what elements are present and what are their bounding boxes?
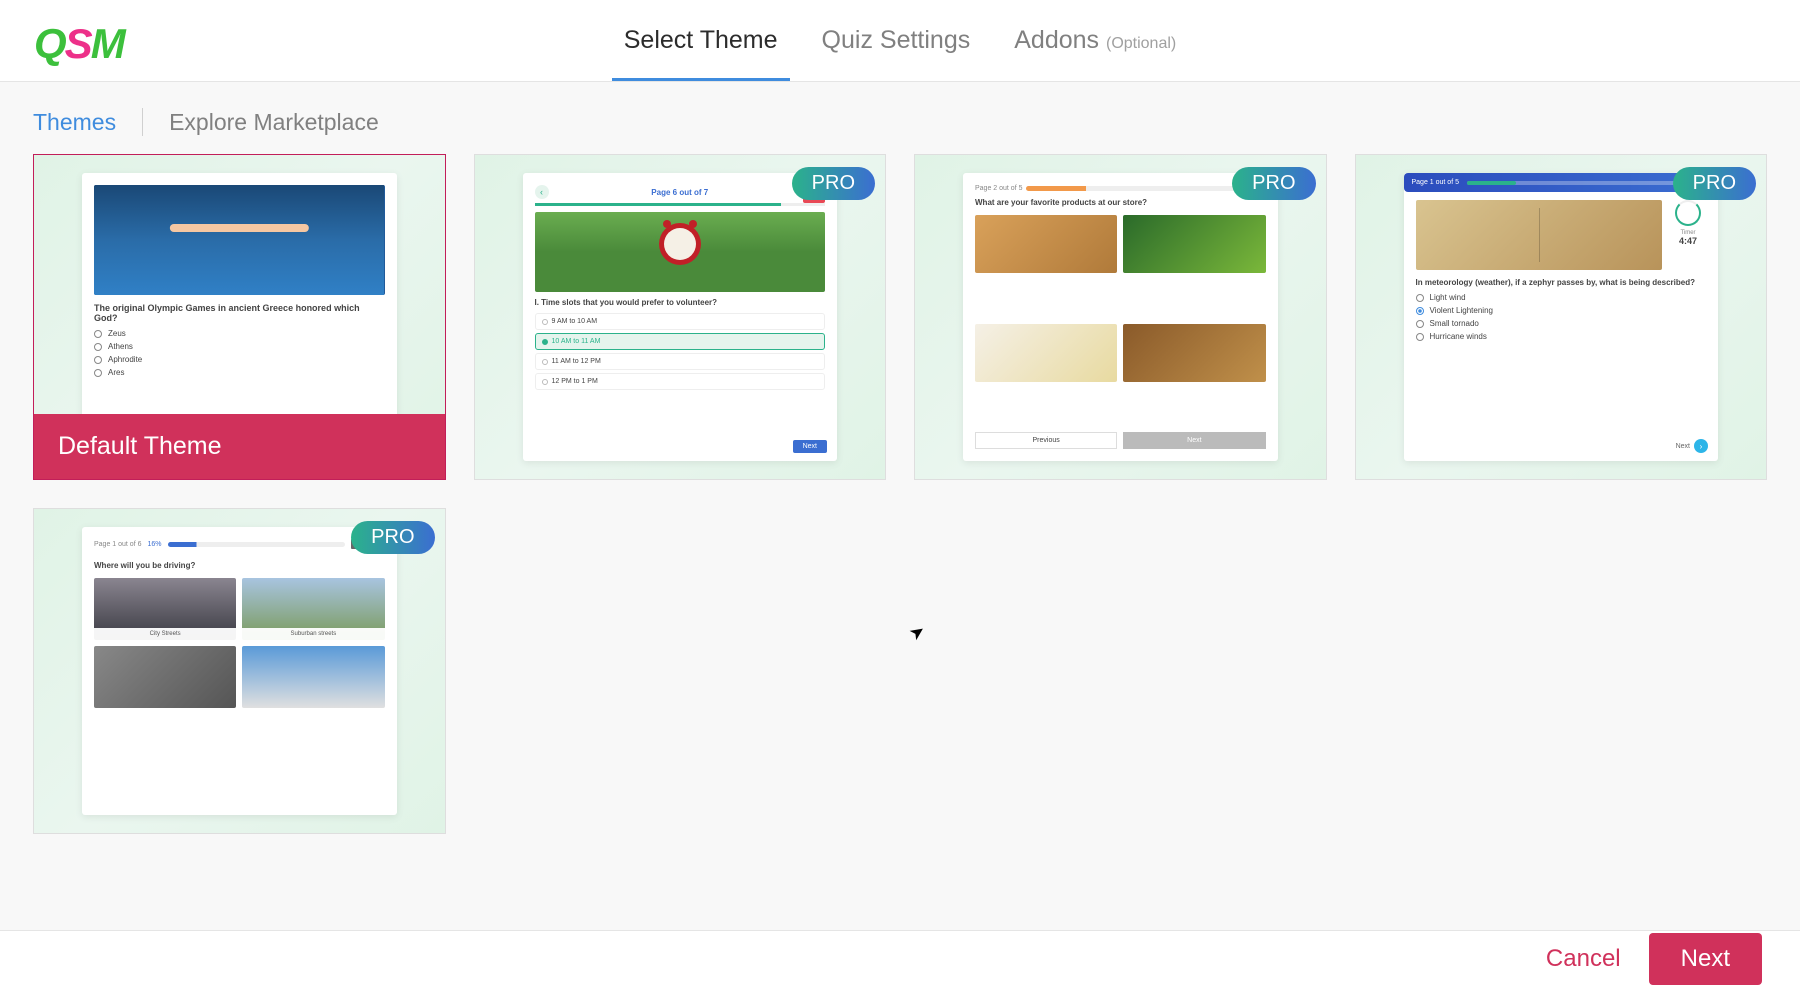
pro-badge: PRO (792, 167, 875, 200)
preview-image-bread (975, 215, 1117, 273)
header: QSM Select Theme Quiz Settings Addons (O… (0, 0, 1800, 82)
theme-preview: Page 2 out of 5 What are your favorite p… (963, 173, 1278, 461)
preview-option: 10 AM to 11 AM (535, 333, 826, 350)
footer: Cancel Next (0, 930, 1800, 986)
subtab-marketplace[interactable]: Explore Marketplace (169, 109, 379, 136)
theme-card-pro-clock[interactable]: PRO ‹ Page 6 out of 7 70% I. Time slots … (474, 154, 887, 480)
preview-option: Light wind (1416, 293, 1707, 302)
theme-card-pro-drive[interactable]: PRO Page 1 out of 6 16% Where will you b… (33, 508, 446, 834)
preview-option: 11 AM to 12 PM (535, 353, 826, 370)
subtab-divider (142, 108, 143, 136)
pro-badge: PRO (1232, 167, 1315, 200)
back-icon: ‹ (535, 185, 549, 199)
tab-label: Select Theme (624, 26, 778, 54)
preview-question: I. Time slots that you would prefer to v… (535, 298, 826, 307)
preview-progress (1026, 186, 1265, 191)
theme-preview: Page 1 out of 6 16% Where will you be dr… (82, 527, 397, 815)
preview-image-3 (94, 646, 236, 708)
preview-image-book (1416, 200, 1663, 270)
preview-image-swimmer (94, 185, 385, 295)
preview-question: Where will you be driving? (94, 561, 385, 570)
tab-label: Addons (1014, 26, 1099, 54)
main-tabs: Select Theme Quiz Settings Addons (Optio… (624, 0, 1176, 81)
theme-grid: The original Olympic Games in ancient Gr… (0, 154, 1800, 874)
preview-question: The original Olympic Games in ancient Gr… (94, 303, 385, 323)
preview-timer: Timer 4:47 (1670, 200, 1706, 270)
content: Themes Explore Marketplace The original … (0, 82, 1800, 930)
tab-select-theme[interactable]: Select Theme (624, 26, 778, 81)
preview-nav: Previous Next (975, 432, 1266, 449)
preview-option: 12 PM to 1 PM (535, 373, 826, 390)
subtabs: Themes Explore Marketplace (0, 82, 1800, 154)
next-button[interactable]: Next (1649, 933, 1762, 985)
preview-option: Athens (94, 342, 385, 351)
preview-image-city: City Streets (94, 578, 236, 640)
preview-progress: 70% (535, 203, 826, 206)
preview-image-4 (242, 646, 384, 708)
timer-ring-icon (1675, 200, 1701, 226)
preview-next-button: Next (1123, 432, 1265, 449)
preview-option: Hurricane winds (1416, 332, 1707, 341)
theme-preview: Page 1 out of 5 16% Timer 4:47 In meteor… (1404, 173, 1719, 461)
theme-card-pro-meteo[interactable]: PRO Page 1 out of 5 16% Timer 4:47 In me… (1355, 154, 1768, 480)
preview-question: In meteorology (weather), if a zephyr pa… (1416, 278, 1707, 287)
theme-preview: ‹ Page 6 out of 7 70% I. Time slots that… (523, 173, 838, 461)
preview-pct: 16% (147, 541, 161, 548)
theme-card-default[interactable]: The original Olympic Games in ancient Gr… (33, 154, 446, 480)
preview-image-suburb: Suburban streets (242, 578, 384, 640)
preview-option: Zeus (94, 329, 385, 338)
pro-badge: PRO (1673, 167, 1756, 200)
preview-page-indicator: Page 1 out of 6 (94, 541, 141, 548)
preview-option: Aphrodite (94, 355, 385, 364)
preview-image-clock (535, 212, 826, 292)
arrow-right-icon: › (1694, 439, 1708, 453)
preview-image-dairy (975, 324, 1117, 382)
preview-image-grid (975, 215, 1266, 426)
preview-image-vegetables (1123, 215, 1265, 273)
tab-addons[interactable]: Addons (Optional) (1014, 26, 1176, 81)
tab-optional-label: (Optional) (1106, 35, 1176, 52)
preview-option: Ares (94, 368, 385, 377)
tab-label: Quiz Settings (822, 26, 971, 54)
preview-image-grid: City Streets Suburban streets (94, 578, 385, 708)
preview-image-nuts (1123, 324, 1265, 382)
preview-option: Small tornado (1416, 319, 1707, 328)
theme-card-title: Default Theme (34, 414, 445, 479)
pro-badge: PRO (351, 521, 434, 554)
preview-question: What are your favorite products at our s… (975, 198, 1266, 207)
theme-preview: The original Olympic Games in ancient Gr… (82, 173, 397, 419)
preview-progress (168, 542, 345, 547)
preview-page-indicator: Page 6 out of 7 (651, 188, 708, 197)
preview-next-button: Next (793, 440, 827, 453)
preview-option: Violent Lightening (1416, 306, 1707, 315)
preview-progress (1467, 181, 1688, 185)
preview-page-indicator: Page 1 out of 5 (1412, 179, 1459, 186)
preview-page-indicator: Page 2 out of 5 (975, 185, 1022, 192)
tab-quiz-settings[interactable]: Quiz Settings (822, 26, 971, 81)
subtab-themes[interactable]: Themes (33, 109, 116, 136)
theme-card-pro-store[interactable]: PRO Page 2 out of 5 What are your favori… (914, 154, 1327, 480)
logo: QSM (34, 20, 124, 68)
preview-option: 9 AM to 10 AM (535, 313, 826, 330)
preview-prev-button: Previous (975, 432, 1117, 449)
preview-next-button: Next› (1676, 439, 1708, 453)
cancel-button[interactable]: Cancel (1546, 945, 1621, 973)
